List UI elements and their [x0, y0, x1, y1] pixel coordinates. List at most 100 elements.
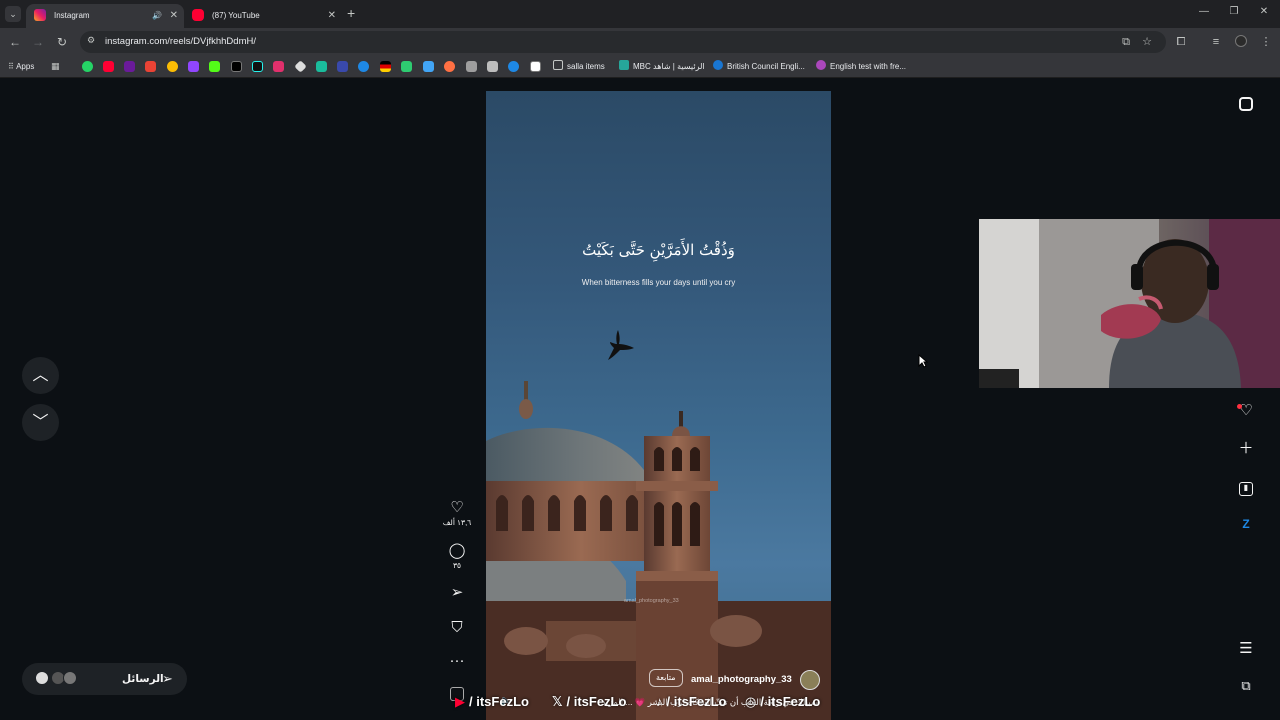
messages-button[interactable]: الرسائل ➢	[22, 663, 187, 695]
bookmark-site-icon[interactable]	[508, 61, 519, 72]
browser-toolbar: ← → ↻ ⚙ instagram.com/reels/DVjfkhhDdmH/…	[0, 28, 1280, 56]
avatar	[35, 671, 49, 685]
apps-icon: ⧉	[1241, 678, 1251, 693]
install-app-icon[interactable]: ⧉	[1119, 35, 1133, 49]
bookmark-british-council[interactable]: British Council Engli...	[713, 60, 805, 74]
tab-instagram[interactable]: Instagram 🔊 ✕	[26, 4, 184, 28]
bird-image	[608, 330, 634, 360]
webcam-overlay	[979, 219, 1280, 388]
instagram-logo-icon[interactable]	[1236, 95, 1256, 115]
create-button[interactable]: ＋	[1236, 439, 1256, 459]
bookmark-site-icon[interactable]	[316, 61, 327, 72]
bookmark-tiktok-icon[interactable]	[252, 61, 263, 72]
x-icon: 𝕏	[552, 694, 563, 709]
bookmark-folder-salla[interactable]: salla items	[553, 60, 605, 74]
plus-icon: ＋	[1238, 440, 1254, 457]
speaker-icon[interactable]: 🔊	[152, 4, 162, 28]
notifications-button[interactable]: ♡	[1236, 401, 1256, 421]
mouse-cursor-icon	[918, 354, 928, 368]
bookmark-gmail-icon[interactable]	[145, 61, 156, 72]
bookmark-site-icon[interactable]	[337, 61, 348, 72]
extension-icon[interactable]: Z	[1236, 514, 1256, 534]
bookmark-site-icon[interactable]	[444, 61, 455, 72]
bookmark-kick-icon[interactable]	[209, 61, 220, 72]
comment-button[interactable]: ◯ ٣٥	[440, 542, 474, 570]
comment-icon: ◯	[448, 542, 466, 559]
bookmark-keep-icon[interactable]	[167, 61, 178, 72]
bookmark-site-icon[interactable]	[294, 60, 307, 73]
apps-grid-icon: ⠿	[8, 62, 14, 71]
reel-video[interactable]: وَذُقْتُ الأَمَرَّيْنِ حَتَّى بَكَيْتُ W…	[486, 91, 831, 720]
back-button[interactable]: ←	[8, 34, 22, 50]
send-icon: ➢	[162, 671, 173, 686]
extensions-icon[interactable]: ⧠	[1174, 35, 1188, 49]
follow-button[interactable]: متابعة	[649, 669, 683, 687]
more-options-button[interactable]: ···	[440, 652, 474, 670]
author-avatar[interactable]	[800, 670, 820, 690]
tab-search-button[interactable]: ⌄	[5, 6, 21, 22]
bookmark-whatsapp-icon[interactable]	[82, 61, 93, 72]
close-window-button[interactable]: ✕	[1257, 6, 1271, 17]
previous-reel-button[interactable]: ︿	[22, 357, 59, 394]
bookmark-notion-icon[interactable]	[530, 61, 541, 72]
bookmarks-bar: ⠿ Apps ▦ salla items MBC الرئيسية | شاهد…	[0, 56, 1280, 78]
tab-youtube[interactable]: (87) YouTube ✕	[184, 4, 342, 28]
minimize-button[interactable]: —	[1197, 6, 1211, 17]
bookmark-germany-flag-icon[interactable]	[380, 61, 391, 72]
bookmark-site-icon[interactable]	[466, 61, 477, 72]
social-handle-tiktok: ♪ / itsFezLo	[656, 694, 727, 709]
tab-title: Instagram	[54, 11, 90, 20]
bookmark-site-icon[interactable]	[423, 61, 434, 72]
insights-button[interactable]: ▮	[1236, 476, 1256, 496]
bookmark-icon: ⛉	[451, 619, 463, 636]
apps-shortcut[interactable]: ⠿ Apps	[8, 60, 34, 74]
messages-label: الرسائل	[122, 673, 164, 685]
bookmark-twitch-icon[interactable]	[188, 61, 199, 72]
maximize-button[interactable]: ❐	[1227, 6, 1241, 17]
like-button[interactable]: ♡ ١٣,٦ ألف	[440, 499, 474, 527]
social-handle-youtube: ▶ / itsFezLo	[455, 694, 529, 709]
author-username[interactable]: amal_photography_33	[691, 674, 792, 685]
bookmark-english-test[interactable]: English test with fre...	[816, 60, 906, 74]
tab-title: (87) YouTube	[212, 11, 260, 20]
social-handle-x: 𝕏 / itsFezLo	[552, 694, 627, 709]
reel-quote-arabic: وَذُقْتُ الأَمَرَّيْنِ حَتَّى بَكَيْتُ	[582, 241, 735, 259]
bookmark-instagram-icon[interactable]	[273, 61, 284, 72]
bookmark-site-icon[interactable]	[401, 61, 412, 72]
tiktok-icon: ♪	[656, 694, 663, 709]
profile-avatar[interactable]	[1234, 35, 1248, 51]
forward-button[interactable]: →	[31, 34, 45, 50]
instagram-icon: ◎	[745, 694, 757, 709]
media-control-icon[interactable]: ≡	[1209, 35, 1223, 49]
bookmark-site-icon[interactable]	[358, 61, 369, 72]
tab-strip: ⌄ Instagram 🔊 ✕ (87) YouTube ✕ + — ❐ ✕	[0, 0, 1280, 28]
chart-icon: ▮	[1239, 482, 1253, 496]
bookmark-shahid[interactable]: MBC الرئيسية | شاهد	[619, 60, 705, 74]
also-from-meta-button[interactable]: ⧉	[1236, 676, 1256, 696]
address-bar[interactable]: ⚙ instagram.com/reels/DVjfkhhDdmH/	[80, 31, 1166, 53]
reel-watermark: amal_photography_33	[624, 598, 679, 604]
close-tab-icon[interactable]: ✕	[170, 4, 178, 28]
chevron-down-icon: ﹀	[32, 414, 49, 431]
bookmark-x-icon[interactable]	[231, 61, 242, 72]
url-text[interactable]: instagram.com/reels/DVjfkhhDdmH/	[105, 31, 256, 53]
bookmark-site-icon[interactable]	[487, 61, 498, 72]
new-tab-button[interactable]: +	[347, 6, 355, 20]
folder-icon	[553, 60, 563, 70]
reload-button[interactable]: ↻	[55, 34, 69, 50]
instagram-reels-page: ︿ ﹀ وَذُقْتُ الأَمَرَّيْنِ حَتَّى بَكَيْ…	[0, 79, 1280, 720]
bookmark-star-icon[interactable]: ☆	[1140, 35, 1154, 49]
save-button[interactable]: ⛉	[440, 619, 474, 637]
close-tab-icon[interactable]: ✕	[328, 4, 336, 28]
youtube-favicon-icon	[192, 9, 204, 21]
bookmark-youtube-icon[interactable]	[103, 61, 114, 72]
site-info-icon[interactable]: ⚙	[87, 35, 95, 46]
menu-button[interactable]: ☰	[1236, 639, 1256, 659]
share-button[interactable]: ➢	[440, 584, 474, 602]
bookmark-site-icon[interactable]	[124, 61, 135, 72]
bookmark-grid-icon[interactable]: ▦	[51, 61, 62, 72]
shahid-icon	[619, 60, 629, 70]
browser-menu-icon[interactable]: ⋮	[1259, 35, 1273, 49]
chevron-up-icon: ︿	[32, 367, 49, 384]
next-reel-button[interactable]: ﹀	[22, 404, 59, 441]
